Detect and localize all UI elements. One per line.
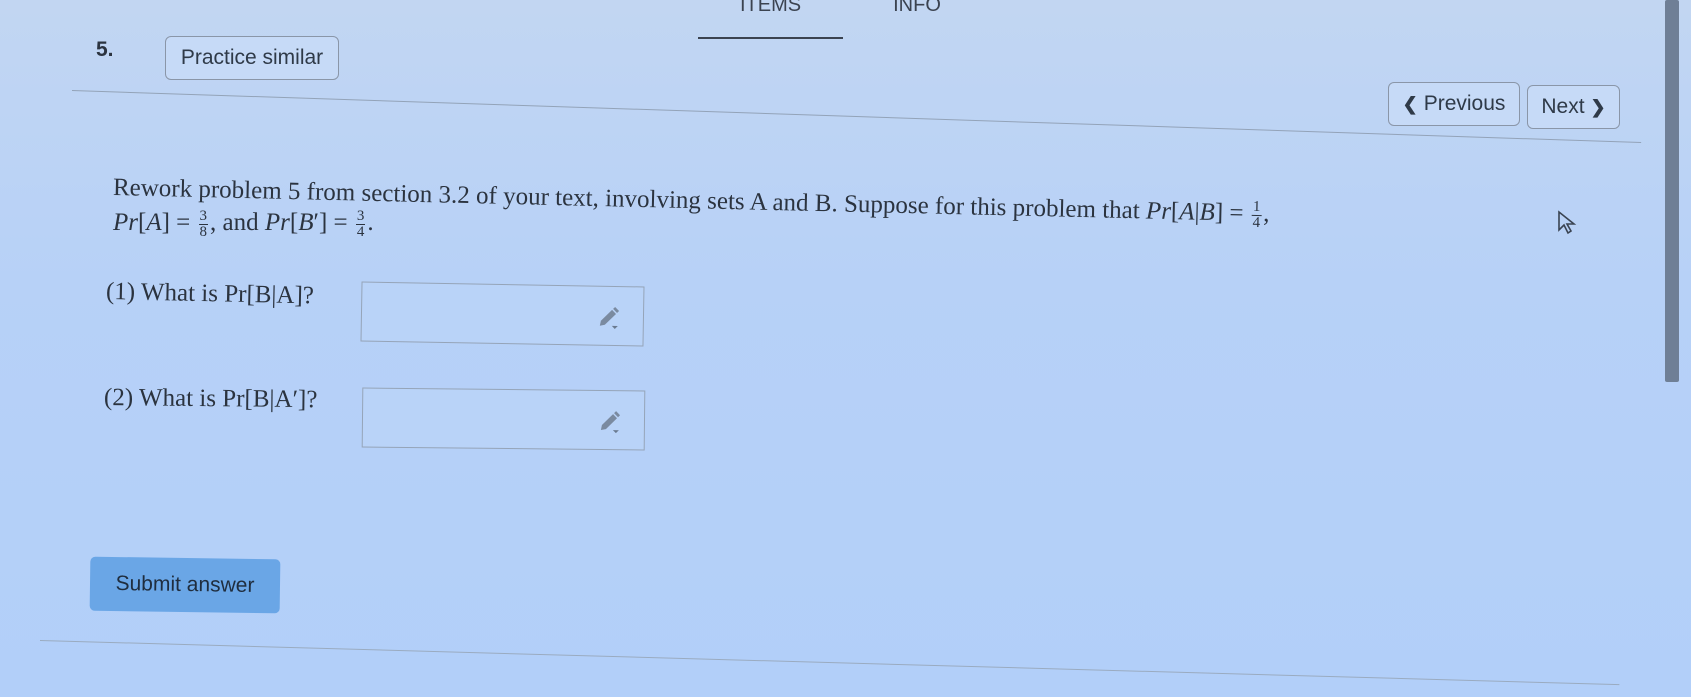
previous-label: Previous	[1423, 92, 1506, 115]
mouse-cursor-icon	[1558, 210, 1577, 235]
chevron-left-icon: ❮	[1402, 93, 1418, 114]
part-2-label: (2) What is Pr[B|A′]?	[103, 384, 318, 414]
top-tabs: ITEMS INFO	[697, 0, 941, 39]
tab-info[interactable]: INFO	[893, 0, 941, 17]
footer-divider	[39, 640, 1620, 686]
fraction-b-complement: 34	[355, 207, 366, 240]
pencil-icon[interactable]	[598, 407, 624, 434]
pencil-icon[interactable]	[597, 303, 623, 329]
answer-input-2[interactable]	[361, 387, 646, 451]
chevron-right-icon: ❯	[1590, 96, 1606, 117]
fraction-a-given-b: 14	[1251, 198, 1262, 231]
question-number: 5.	[96, 38, 114, 61]
question-text: Rework problem 5 from section 3.2 of you…	[113, 172, 1543, 240]
submit-answer-button[interactable]: Submit answer	[89, 556, 281, 614]
previous-button[interactable]: ❮ Previous	[1388, 82, 1520, 126]
answer-input-1[interactable]	[360, 281, 645, 347]
fraction-a: 38	[198, 207, 209, 240]
next-button[interactable]: Next ❯	[1527, 85, 1620, 129]
part-1-label: (1) What is Pr[B|A]?	[105, 278, 315, 310]
scrollbar[interactable]	[1665, 0, 1679, 382]
next-label: Next	[1541, 95, 1585, 118]
practice-similar-button[interactable]: Practice similar	[165, 36, 339, 80]
tab-items[interactable]: ITEMS	[697, 0, 844, 39]
